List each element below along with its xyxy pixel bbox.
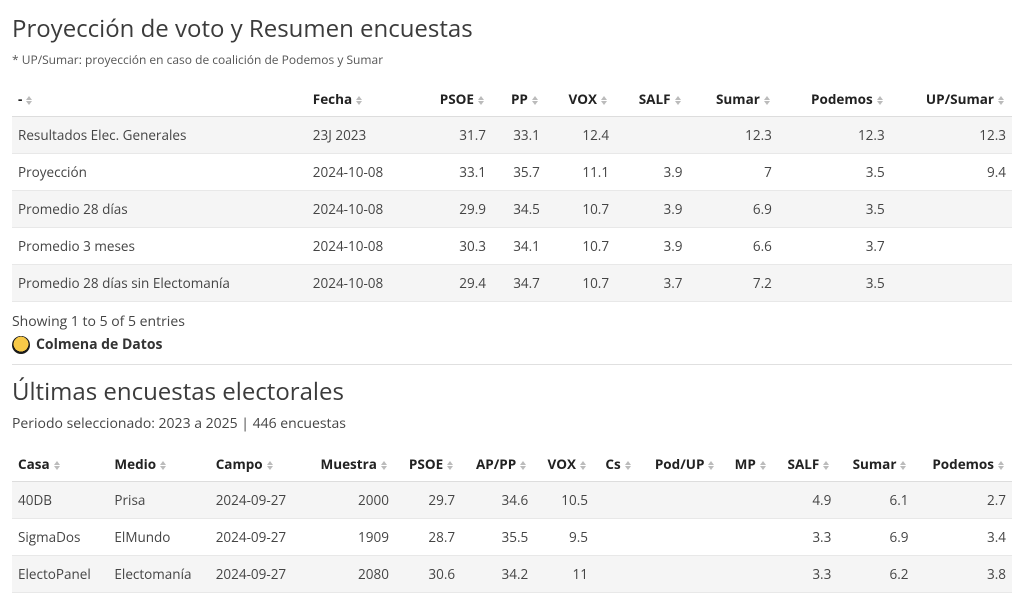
table-row: Promedio 3 meses2024-10-0830.334.110.73.… (12, 228, 1012, 265)
section2-title: Últimas encuestas electorales (12, 375, 1012, 408)
sort-icon (160, 461, 168, 470)
sort-icon (356, 96, 364, 105)
column-header[interactable]: Fecha (307, 82, 416, 117)
column-header[interactable]: VOX (534, 447, 594, 482)
column-header[interactable]: Podemos (778, 82, 891, 117)
sort-icon (764, 96, 772, 105)
sort-icon (675, 96, 683, 105)
sort-icon (625, 461, 633, 470)
column-header[interactable]: Medio (108, 447, 209, 482)
sort-icon (381, 461, 389, 470)
column-header[interactable]: SALF (615, 82, 688, 117)
table-row: 40DBPrisa2024-09-27200029.734.610.54.96.… (12, 482, 1012, 519)
sort-icon (760, 461, 768, 470)
column-header[interactable]: PP (492, 82, 546, 117)
column-header[interactable]: - (12, 82, 307, 117)
entries-info: Showing 1 to 5 of 5 entries (12, 312, 1012, 331)
projection-table: -FechaPSOEPPVOXSALFSumarPodemosUP/Sumar … (12, 82, 1012, 302)
sort-icon (601, 96, 609, 105)
column-header[interactable]: PSOE (415, 82, 492, 117)
column-header[interactable]: Muestra (303, 447, 394, 482)
sort-icon (580, 461, 588, 470)
sort-icon (520, 461, 528, 470)
sort-icon (54, 461, 62, 470)
column-header[interactable]: VOX (546, 82, 615, 117)
sort-icon (532, 96, 540, 105)
section1-note: * UP/Sumar: proyección en caso de coalic… (12, 51, 1012, 68)
sort-icon (267, 461, 275, 470)
attribution[interactable]: Colmena de Datos (12, 335, 1012, 365)
polls-table: CasaMedioCampoMuestraPSOEAP/PPVOXCsPod/U… (12, 447, 1012, 593)
table-row: Resultados Elec. Generales23J 202331.733… (12, 117, 1012, 154)
table-row: Promedio 28 días2024-10-0829.934.510.73.… (12, 191, 1012, 228)
table-row: SigmaDosElMundo2024-09-27190928.735.59.5… (12, 519, 1012, 556)
column-header[interactable]: PSOE (395, 447, 461, 482)
sort-icon (998, 461, 1006, 470)
sort-icon (877, 96, 885, 105)
sort-icon (478, 96, 486, 105)
table-row: Promedio 28 días sin Electomanía2024-10-… (12, 265, 1012, 302)
period-info: Periodo seleccionado: 2023 a 2025 | 446 … (12, 414, 1012, 433)
column-header[interactable]: Pod/UP (639, 447, 723, 482)
column-header[interactable]: Campo (210, 447, 304, 482)
attribution-label: Colmena de Datos (36, 335, 162, 354)
column-header[interactable]: Podemos (914, 447, 1012, 482)
column-header[interactable]: UP/Sumar (891, 82, 1012, 117)
column-header[interactable]: Cs (594, 447, 639, 482)
column-header[interactable]: AP/PP (461, 447, 534, 482)
sort-icon (26, 96, 34, 105)
sort-icon (900, 461, 908, 470)
column-header[interactable]: Sumar (689, 82, 778, 117)
section1-title: Proyección de voto y Resumen encuestas (12, 12, 1012, 45)
table-row: Proyección2024-10-0833.135.711.13.973.59… (12, 154, 1012, 191)
sort-icon (823, 461, 831, 470)
column-header[interactable]: Casa (12, 447, 108, 482)
table-row: ElectoPanelElectomanía2024-09-27208030.6… (12, 556, 1012, 593)
column-header[interactable]: SALF (774, 447, 837, 482)
sort-icon (447, 461, 455, 470)
column-header[interactable]: MP (722, 447, 773, 482)
sort-icon (998, 96, 1006, 105)
column-header[interactable]: Sumar (837, 447, 914, 482)
bee-icon (12, 336, 30, 354)
sort-icon (708, 461, 716, 470)
